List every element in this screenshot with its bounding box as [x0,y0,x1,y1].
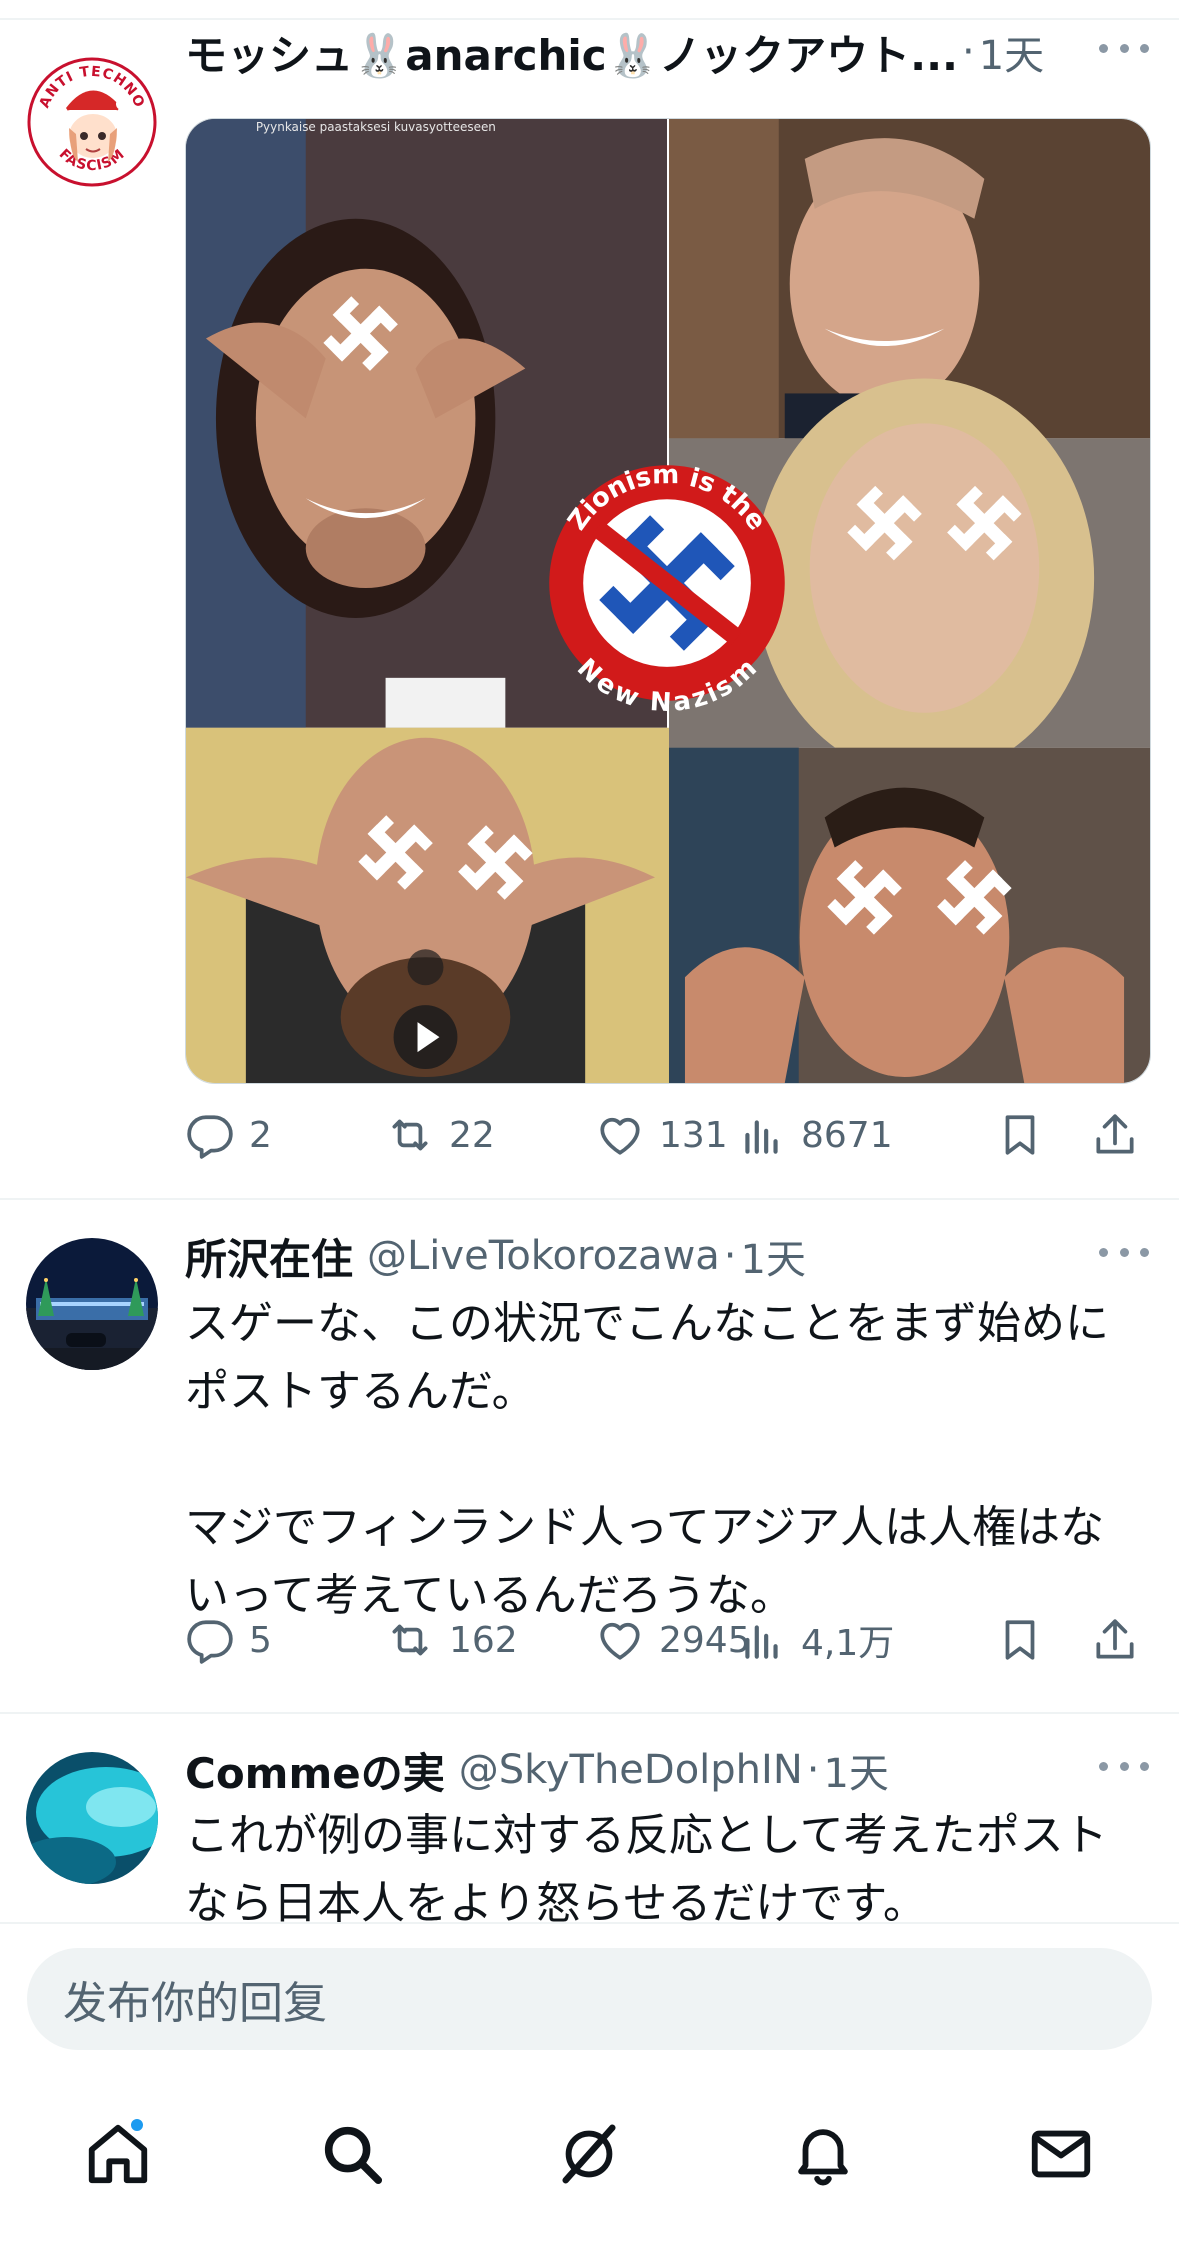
repost-count: 162 [449,1619,518,1661]
display-name[interactable]: 所沢在住 [185,1226,353,1286]
bookmark-icon [1005,1115,1035,1155]
avatar-image [26,1238,158,1370]
like-button[interactable]: 2945 [595,1610,751,1670]
share-button[interactable] [1090,1610,1140,1670]
repost-icon [392,1119,428,1151]
separator-dot: · [962,29,975,75]
bookmark-button[interactable] [995,1105,1045,1165]
like-button[interactable]: 131 [595,1105,728,1165]
share-button[interactable] [1090,1105,1140,1165]
separator-dot: · [806,1747,820,1793]
share-icon [1096,1619,1134,1659]
bookmark-button[interactable] [995,1610,1045,1670]
repost-button[interactable]: 162 [385,1610,518,1670]
tab-home[interactable] [78,2114,158,2194]
bookmark-icon [1005,1620,1035,1660]
more-options-icon[interactable] [1099,28,1149,68]
tab-messages[interactable] [1021,2114,1101,2194]
repost-button[interactable]: 22 [385,1105,495,1165]
post-header: モッシュ🐰anarchic🐰ノックアウト... · 1天 [185,22,1149,82]
post-actions: 2 22 131 8671 [185,1105,1145,1165]
tab-notifications[interactable] [783,2114,863,2194]
views-icon [745,1625,778,1659]
avatar[interactable]: ANTI TECHNO FASCISM [26,56,158,188]
views-icon [745,1120,778,1154]
reply-icon [187,1115,233,1159]
avatar[interactable] [26,1752,158,1884]
user-handle[interactable]: @LiveTokorozawa [367,1233,720,1279]
reply-composer: 发布你的回复 [0,1922,1179,2057]
search-icon [324,2126,383,2185]
heart-icon [600,1622,640,1660]
bell-icon [798,2129,848,2186]
views-button[interactable]: 4,1万 [737,1610,894,1670]
notification-dot [128,2116,146,2134]
like-count: 131 [659,1114,728,1156]
repost-count: 22 [449,1114,495,1156]
display-name[interactable]: モッシュ🐰anarchic🐰ノックアウト... [185,22,958,82]
more-options-icon[interactable] [1099,1232,1149,1272]
post-3[interactable]: Commeの実 @SkyTheDolphIN · 1天 これが例の事に対する反応… [0,1714,1179,1922]
avatar[interactable] [26,1238,158,1370]
grok-icon [562,2124,616,2184]
post-time[interactable]: 1天 [979,23,1044,81]
reply-button[interactable]: 2 [185,1105,272,1165]
more-options-icon[interactable] [1099,1746,1149,1786]
post-text: これが例の事に対する反応として考えたポスト なら日本人をより怒らせるだけです。 [185,1810,1108,1922]
bottom-tab-bar [0,2060,1179,2267]
reply-button[interactable]: 5 [185,1610,272,1670]
repost-icon [392,1624,428,1656]
mail-icon [1031,2130,1091,2178]
reply-icon [187,1620,233,1664]
post-media-image[interactable]: Pyynkaise paastaksesi kuvasyotteeseen Zi… [185,118,1151,1084]
views-button[interactable]: 8671 [737,1105,893,1165]
collage-image: Pyynkaise paastaksesi kuvasyotteeseen Zi… [186,119,1150,1083]
post-header: 所沢在住 @LiveTokorozawa · 1天 [185,1226,1149,1286]
reply-input[interactable]: 发布你的回复 [27,1948,1152,2050]
heart-icon [600,1117,640,1155]
post-2[interactable]: 所沢在住 @LiveTokorozawa · 1天 スゲーな、この状況でこんなこ… [0,1200,1179,1712]
post-actions: 5 162 2945 4,1万 [185,1610,1145,1670]
view-count: 8671 [801,1114,893,1156]
post-header: Commeの実 @SkyTheDolphIN · 1天 [185,1740,1149,1800]
user-handle[interactable]: @SkyTheDolphIN [459,1747,803,1793]
media-caption: Pyynkaise paastaksesi kuvasyotteeseen [256,120,496,134]
avatar-image [26,1752,158,1884]
reply-count: 5 [249,1619,272,1661]
display-name[interactable]: Commeの実 [185,1740,445,1800]
separator-dot: · [723,1233,737,1279]
avatar-image: ANTI TECHNO FASCISM [26,56,158,188]
post-time[interactable]: 1天 [741,1227,806,1285]
post-time[interactable]: 1天 [823,1741,888,1799]
view-count: 4,1万 [801,1623,895,1664]
tab-search[interactable] [312,2114,392,2194]
tab-grok[interactable] [549,2114,629,2194]
reply-count: 2 [249,1114,272,1156]
post-1[interactable]: ANTI TECHNO FASCISM モッシュ🐰anarchic🐰ノックアウト… [0,0,1179,1198]
share-icon [1096,1114,1134,1154]
post-text: スゲーな、この状況でこんなことをまず始めに ポストするんだ。 マジでフィンランド… [185,1298,1109,1621]
